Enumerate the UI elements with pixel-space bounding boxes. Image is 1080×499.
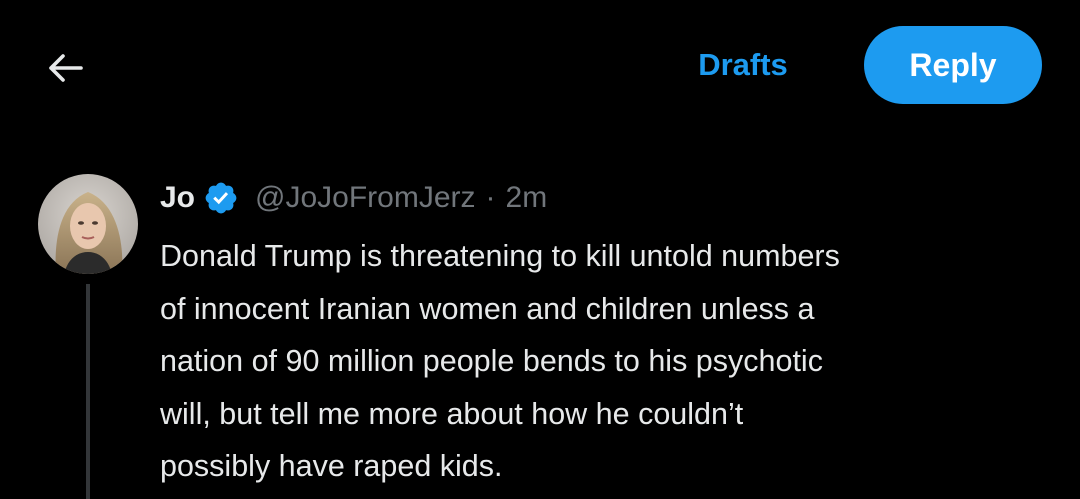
- timestamp: 2m: [505, 181, 548, 214]
- tweet-text-line: of innocent Iranian women and children u…: [160, 291, 815, 326]
- back-button[interactable]: [44, 46, 88, 90]
- drafts-button[interactable]: Drafts: [680, 40, 806, 90]
- tweet-text-line: will, but tell me more about how he coul…: [160, 396, 744, 431]
- arrow-left-icon: [48, 53, 84, 83]
- author-handle[interactable]: @JoJoFromJerz: [255, 181, 476, 215]
- reply-button[interactable]: Reply: [864, 26, 1042, 104]
- separator-dot: ·: [485, 181, 496, 214]
- tweet-header: Jo @JoJoFromJerz · 2m: [160, 176, 547, 220]
- thread-line: [86, 284, 90, 499]
- avatar[interactable]: [38, 174, 138, 274]
- author-name[interactable]: Jo: [160, 181, 195, 215]
- tweet-text-line: nation of 90 million people bends to his…: [160, 344, 823, 378]
- tweet-text: Donald Trump is threatening to kill unto…: [160, 230, 1040, 493]
- verified-badge-icon: [203, 180, 239, 216]
- tweet-text-line: Donald Trump is threatening to kill unto…: [160, 239, 840, 273]
- reply-composer-screen: Drafts Reply Jo @JoJoFromJerz · 2m Donal…: [0, 0, 1080, 499]
- tweet-text-line: possibly have raped kids.: [160, 449, 503, 483]
